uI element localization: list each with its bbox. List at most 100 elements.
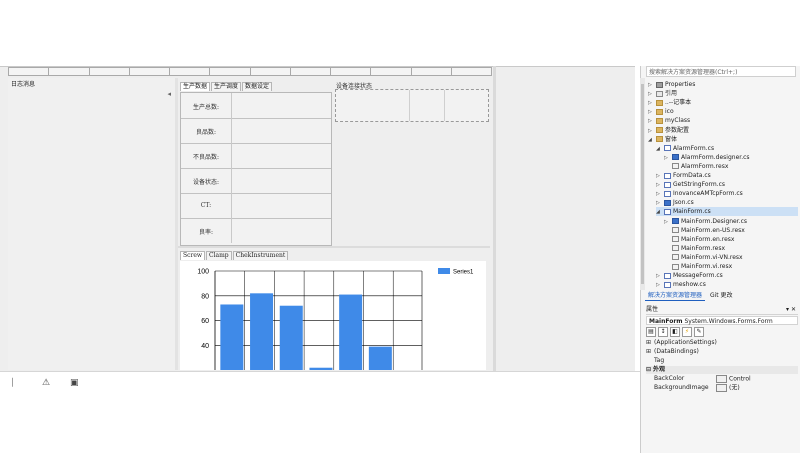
expander-icon[interactable]: ◢ [656,208,664,217]
tab-clamp[interactable]: Clamp [206,251,232,260]
tree-item-label: MainForm.en.resx [681,235,735,243]
y-tick-label: 100 [197,269,209,276]
bar [339,294,363,391]
property-pages-icon[interactable]: ✎ [694,327,704,337]
tree-item[interactable]: ▷ Json.cs [656,198,798,207]
solution-search-input[interactable]: 搜索解决方案资源管理器(Ctrl+;) [646,66,796,77]
alphabetical-icon[interactable]: ↕ [658,327,668,337]
property-row[interactable]: ⊞ (DataBindings) [646,348,798,356]
property-row[interactable]: ⊞ (ApplicationSettings) [646,339,798,347]
tree-item-label: MainForm.en-US.resx [681,226,745,234]
tree-item[interactable]: MainForm.vi-VN.resx [664,253,798,262]
toolstrip-button[interactable] [290,67,331,76]
solution-bottom-tabs: 解决方案资源管理器 Git 更改 [645,291,736,301]
expander-icon[interactable]: ⊞ [646,339,651,347]
property-row[interactable]: Tag [646,357,798,365]
object-selector[interactable]: MainForm System.Windows.Forms.Form [646,316,798,325]
tree-item[interactable]: ▷ myClass [648,116,798,125]
tab-production-schedule[interactable]: 生产调度 [211,82,242,91]
events-icon[interactable]: ⚡ [682,327,692,337]
toolstrip-button[interactable] [451,67,492,76]
properties-title: 属性 [646,306,659,313]
tree-item[interactable]: MainForm.resx [664,244,798,253]
row-label-ct: CT: [200,202,212,209]
toolstrip-button[interactable] [411,67,452,76]
expander-icon[interactable]: ◢ [648,136,656,145]
tree-item-label: ico [665,108,674,116]
tree-item-label: myClass [665,117,691,125]
tree-item[interactable]: ◢ MainForm.cs [656,207,798,217]
tree-item[interactable]: ◢ AlarmForm.cs [656,144,798,153]
expander-icon[interactable]: ◢ [656,145,664,154]
properties-icon[interactable]: ◧ [670,327,680,337]
alert-icon[interactable]: ⚠ [42,378,50,388]
tree-item[interactable]: AlarmForm.resx [664,162,798,171]
folder-icon [656,117,663,124]
tree-item[interactable]: ▷ ..--记事本 [648,98,798,107]
tree-item[interactable]: ▷ GetStringForm.cs [656,180,798,189]
property-row[interactable]: BackColor Control [646,375,798,383]
toolstrip-button[interactable] [49,67,90,76]
expander-icon[interactable]: ▷ [656,281,664,290]
toolstrip-button[interactable] [250,67,291,76]
toolstrip-button[interactable] [89,67,130,76]
resx-icon [672,227,679,234]
tree-item[interactable]: ▷ AlarmForm.designer.cs [664,153,798,162]
collapse-arrow-icon[interactable]: ◂ [167,90,171,98]
tree-item[interactable]: MainForm.en-US.resx [664,226,798,235]
property-category[interactable]: ⊟ 外观 [646,366,798,374]
bar [309,367,333,391]
color-swatch [716,375,727,383]
horizontal-splitter[interactable] [178,246,490,248]
toolstrip-button[interactable] [129,67,170,76]
tree-item-label: GetStringForm.cs [673,181,726,189]
tree-item[interactable]: ▷ 引用 [648,89,798,98]
log-panel[interactable]: 日志消息 ◂ [8,78,176,370]
tab-chek-instrument[interactable]: ChekInstrument [232,251,289,260]
tab-solution-explorer[interactable]: 解决方案资源管理器 [645,291,706,301]
tree-item[interactable]: ▷ meshow.cs [656,280,798,289]
chart-area: 100 80 60 40 Series1 [180,261,486,391]
tree-item[interactable]: ▷ ico [648,107,798,116]
resx-icon [672,163,679,170]
device-status-grid [335,89,489,122]
property-value[interactable]: Control [716,375,751,384]
tree-item[interactable]: ▷ FormData.cs [656,171,798,180]
expander-icon[interactable]: ⊟ [646,366,651,374]
tree-item[interactable]: ▷ 参数配置 [648,126,798,135]
categorized-icon[interactable]: ▤ [646,327,656,337]
bar [220,304,244,391]
tree-item-label: MainForm.vi.resx [681,263,733,270]
toolstrip-button[interactable] [331,67,372,76]
tree-item-label: meshow.cs [673,281,706,289]
tree-item[interactable]: ▷ MessageForm.cs [656,271,798,280]
tree-item[interactable]: ▷ InovanceAMTcpForm.cs [656,189,798,198]
component-icon[interactable]: ▣ [70,378,79,388]
tree-item[interactable]: MainForm.vi.resx [664,262,798,271]
vertical-splitter[interactable] [175,78,178,370]
table-row: 不良品数: [181,143,331,169]
object-name: MainForm [649,318,683,325]
references-icon [656,90,663,97]
toolstrip-button[interactable] [210,67,251,76]
solution-scrollbar[interactable] [640,78,645,290]
tree-item[interactable]: ◢ 窗体 [648,135,798,144]
property-row[interactable]: BackgroundImage (无) [646,384,798,392]
tab-git-changes[interactable]: Git 更改 [707,291,736,300]
tree-item[interactable]: MainForm.en.resx [664,235,798,244]
toolstrip-button[interactable] [8,67,50,76]
form-icon [664,145,671,152]
toolstrip-button[interactable] [170,67,211,76]
toolstrip-button[interactable] [371,67,412,76]
pin-icon[interactable]: ▾ ✕ [786,306,796,314]
tree-item[interactable]: ▷ MainForm.Designer.cs [664,217,798,226]
tab-screw[interactable]: Screw [180,251,206,260]
resx-icon [672,263,679,270]
expander-icon[interactable]: ⊞ [646,348,651,356]
tree-item-label: Json.cs [673,199,694,207]
property-name: 外观 [653,366,666,373]
tab-production-data[interactable]: 生产数据 [180,82,211,91]
property-value[interactable]: (无) [716,384,740,393]
tree-item[interactable]: ▷ Properties [648,80,798,89]
tab-data-settings[interactable]: 数据设定 [242,82,273,91]
